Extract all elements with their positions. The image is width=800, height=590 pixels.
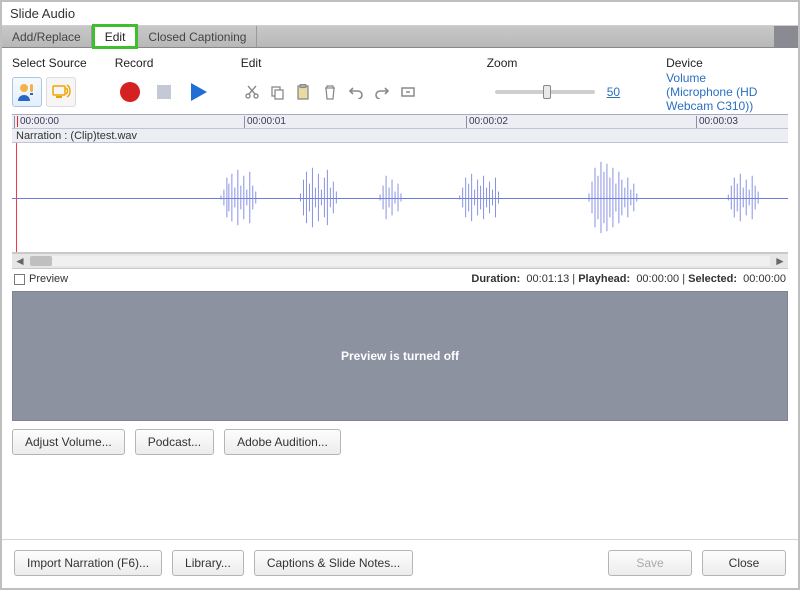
- insert-silence-button[interactable]: [397, 81, 419, 103]
- duration-value: 00:01:13: [526, 273, 569, 285]
- ruler-tick: 00:00:00: [17, 116, 59, 127]
- timeline-scrollbar[interactable]: ◄ ►: [12, 253, 788, 269]
- device-link[interactable]: Volume (Microphone (HD Webcam C310)): [666, 71, 764, 113]
- redo-button[interactable]: [371, 81, 393, 103]
- track-label: Narration : (Clip)test.wav: [12, 129, 788, 143]
- source-system-audio-button[interactable]: [46, 77, 76, 107]
- ruler-tick: 00:00:02: [466, 116, 508, 128]
- ruler-tick: 00:00:01: [244, 116, 286, 128]
- zoom-value[interactable]: 50: [607, 85, 620, 99]
- tab-strip: Add/Replace Edit Closed Captioning: [2, 26, 798, 48]
- captions-slide-notes-button[interactable]: Captions & Slide Notes...: [254, 550, 413, 576]
- group-select-source: Select Source: [12, 56, 87, 108]
- zoom-slider[interactable]: [495, 90, 595, 94]
- cut-button[interactable]: [241, 81, 263, 103]
- status-bar: Preview Duration: 00:01:13 | Playhead: 0…: [12, 269, 788, 289]
- undo-button[interactable]: [345, 81, 367, 103]
- preview-panel: Preview is turned off: [12, 291, 788, 421]
- scroll-track[interactable]: [30, 256, 770, 266]
- selected-value: 00:00:00: [743, 273, 786, 285]
- audio-action-buttons: Adjust Volume... Podcast... Adobe Auditi…: [2, 429, 798, 461]
- tab-strip-end: [774, 26, 798, 47]
- zoom-slider-thumb[interactable]: [543, 85, 551, 99]
- scroll-left-button[interactable]: ◄: [12, 253, 28, 269]
- label-record: Record: [115, 56, 213, 70]
- label-edit: Edit: [241, 56, 419, 70]
- record-button[interactable]: [115, 77, 145, 107]
- copy-button[interactable]: [267, 81, 289, 103]
- scroll-right-button[interactable]: ►: [772, 253, 788, 269]
- slide-audio-window: Slide Audio Add/Replace Edit Closed Capt…: [0, 0, 800, 590]
- preview-checkbox-label: Preview: [29, 273, 68, 285]
- toolbar: Select Source Record: [2, 48, 798, 114]
- label-zoom: Zoom: [487, 56, 620, 70]
- source-mic-user-button[interactable]: [12, 77, 42, 107]
- label-device: Device: [666, 56, 764, 70]
- paste-button[interactable]: [293, 81, 315, 103]
- dialog-buttons: Import Narration (F6)... Library... Capt…: [2, 539, 798, 588]
- close-button[interactable]: Close: [702, 550, 786, 576]
- tab-closed-captioning[interactable]: Closed Captioning: [138, 26, 257, 47]
- timeline: 00:00:00 00:00:01 00:00:02 00:00:03 Narr…: [12, 114, 788, 289]
- group-device: Device Volume (Microphone (HD Webcam C31…: [666, 56, 764, 108]
- library-button[interactable]: Library...: [172, 550, 244, 576]
- ruler-tick: 00:00:03: [696, 116, 738, 128]
- playhead-value: 00:00:00: [636, 273, 679, 285]
- stop-button[interactable]: [149, 77, 179, 107]
- scroll-thumb[interactable]: [30, 256, 52, 266]
- save-button[interactable]: Save: [608, 550, 692, 576]
- tab-spacer: [257, 26, 774, 47]
- preview-checkbox[interactable]: [14, 274, 25, 285]
- time-ruler[interactable]: 00:00:00 00:00:01 00:00:02 00:00:03: [12, 115, 788, 129]
- duration-label: Duration:: [471, 273, 520, 285]
- waveform-area[interactable]: [12, 143, 788, 253]
- podcast-button[interactable]: Podcast...: [135, 429, 214, 455]
- playhead-label: Playhead:: [578, 273, 630, 285]
- waveform: [12, 143, 788, 252]
- group-zoom: Zoom 50: [487, 56, 620, 108]
- window-title: Slide Audio: [2, 2, 798, 26]
- preview-off-message: Preview is turned off: [341, 349, 459, 363]
- import-narration-button[interactable]: Import Narration (F6)...: [14, 550, 162, 576]
- tab-edit[interactable]: Edit: [92, 24, 139, 49]
- delete-button[interactable]: [319, 81, 341, 103]
- tab-add-replace[interactable]: Add/Replace: [2, 26, 92, 47]
- selected-label: Selected:: [688, 273, 737, 285]
- adjust-volume-button[interactable]: Adjust Volume...: [12, 429, 125, 455]
- group-edit: Edit: [241, 56, 419, 108]
- label-select-source: Select Source: [12, 56, 87, 70]
- adobe-audition-button[interactable]: Adobe Audition...: [224, 429, 341, 455]
- play-button[interactable]: [183, 77, 213, 107]
- group-record: Record: [115, 56, 213, 108]
